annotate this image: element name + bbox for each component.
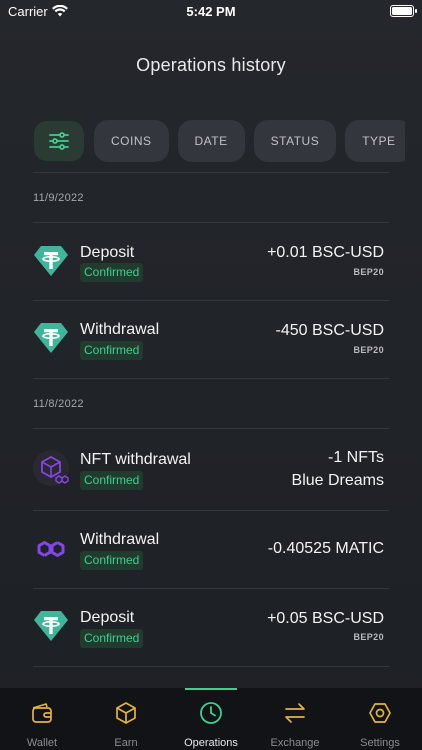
network-label: BEP20	[353, 632, 384, 642]
operation-amount: -450 BSC-USD	[275, 322, 384, 339]
operation-title: Deposit	[80, 244, 135, 261]
status-time: 5:42 PM	[186, 4, 236, 19]
wallet-icon	[32, 703, 52, 723]
sliders-icon	[49, 132, 69, 150]
tether-icon	[34, 246, 68, 276]
tab-label: Settings	[360, 737, 400, 749]
filter-settings-button[interactable]	[33, 120, 85, 162]
hexagon-gear-icon	[369, 703, 391, 723]
status-badge: Confirmed	[80, 341, 144, 360]
cube-icon	[116, 702, 136, 724]
divider	[33, 378, 389, 379]
filter-chip-coins[interactable]: COINS	[94, 120, 169, 162]
date-group-label: 11/9/2022	[33, 192, 84, 204]
operation-row[interactable]: NFT withdrawal Confirmed -1 NFTs Blue Dr…	[33, 429, 389, 510]
polygon-icon	[37, 541, 65, 557]
operation-row[interactable]: Deposit Confirmed +0.05 BSC-USD BEP20	[33, 589, 389, 666]
tab-label: Earn	[114, 737, 138, 749]
clock-icon	[200, 702, 222, 724]
tab-label: Wallet	[26, 737, 58, 749]
operation-title: Withdrawal	[80, 321, 160, 338]
operation-row[interactable]: Withdrawal Confirmed -0.40525 MATIC	[33, 511, 389, 588]
network-label: BEP20	[353, 267, 384, 277]
filter-chip-status[interactable]: STATUS	[253, 120, 337, 162]
network-label: BEP20	[353, 345, 384, 355]
tab-label: Operations	[184, 737, 238, 749]
operation-title: Withdrawal	[80, 531, 160, 548]
filter-chip-date[interactable]: DATE	[177, 120, 245, 162]
operation-amount: -0.40525 MATIC	[267, 540, 384, 557]
tab-bar: Wallet Earn Operations Exchange Settings	[0, 688, 422, 750]
page-title: Operations history	[136, 55, 286, 75]
operation-amount: +0.01 BSC-USD	[267, 244, 384, 261]
tab-operations[interactable]: Operations	[169, 688, 253, 750]
nft-polygon-icon	[33, 450, 69, 486]
battery-icon	[390, 5, 417, 17]
tether-icon	[34, 611, 68, 641]
divider	[33, 172, 389, 173]
filter-chip-type[interactable]: TYPE	[345, 120, 405, 162]
date-group-label: 11/8/2022	[33, 398, 84, 410]
operation-subtitle: Blue Dreams	[291, 472, 384, 489]
status-badge: Confirmed	[80, 629, 144, 648]
operation-amount: +0.05 BSC-USD	[267, 610, 384, 627]
status-bar: Carrier 5:42 PM	[0, 0, 422, 24]
tab-earn[interactable]: Earn	[84, 688, 168, 750]
operation-title: NFT withdrawal	[80, 451, 191, 468]
operation-amount: -1 NFTs	[328, 449, 384, 466]
operation-title: Deposit	[80, 609, 135, 626]
operation-row[interactable]: Deposit Confirmed +0.01 BSC-USD BEP20	[33, 223, 389, 300]
status-badge: Confirmed	[80, 471, 144, 490]
status-badge: Confirmed	[80, 551, 144, 570]
tether-icon	[34, 323, 68, 353]
tab-wallet[interactable]: Wallet	[0, 688, 84, 750]
status-badge: Confirmed	[80, 263, 144, 282]
divider	[33, 666, 389, 667]
tab-label: Exchange	[270, 737, 320, 749]
operation-row[interactable]: Withdrawal Confirmed -450 BSC-USD BEP20	[33, 301, 389, 378]
exchange-arrows-icon	[285, 703, 305, 723]
filter-bar[interactable]: COINS DATE STATUS TYPE	[33, 120, 405, 164]
tab-settings[interactable]: Settings	[338, 688, 422, 750]
tab-exchange[interactable]: Exchange	[253, 688, 337, 750]
